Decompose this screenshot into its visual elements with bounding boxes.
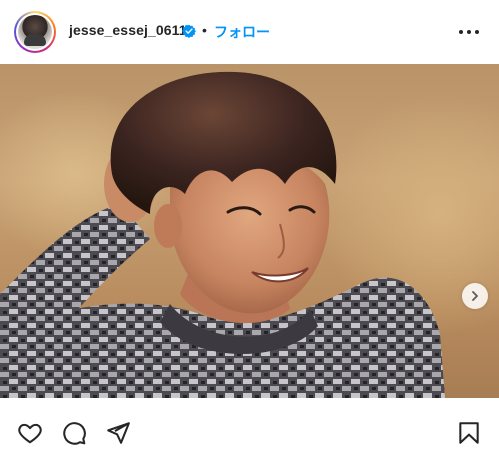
post-photo[interactable] xyxy=(0,64,499,398)
username-link[interactable]: jesse_essej_0611 xyxy=(69,22,187,38)
separator-dot: • xyxy=(202,22,207,38)
chevron-right-icon xyxy=(472,291,478,301)
follow-button[interactable]: フォロー xyxy=(214,22,270,42)
avatar-story-ring[interactable] xyxy=(14,11,56,53)
avatar-frame xyxy=(16,13,54,51)
photo-illustration xyxy=(0,71,445,398)
bookmark-icon[interactable] xyxy=(456,420,482,446)
next-photo-button[interactable] xyxy=(462,283,488,309)
more-options-icon[interactable] xyxy=(457,24,481,40)
avatar[interactable] xyxy=(18,15,52,49)
verified-badge-icon xyxy=(182,24,196,38)
post-header: jesse_essej_0611 • フォロー xyxy=(0,0,499,64)
comment-icon[interactable] xyxy=(61,420,87,446)
paper-plane-icon[interactable] xyxy=(105,420,131,446)
heart-icon[interactable] xyxy=(17,420,43,446)
